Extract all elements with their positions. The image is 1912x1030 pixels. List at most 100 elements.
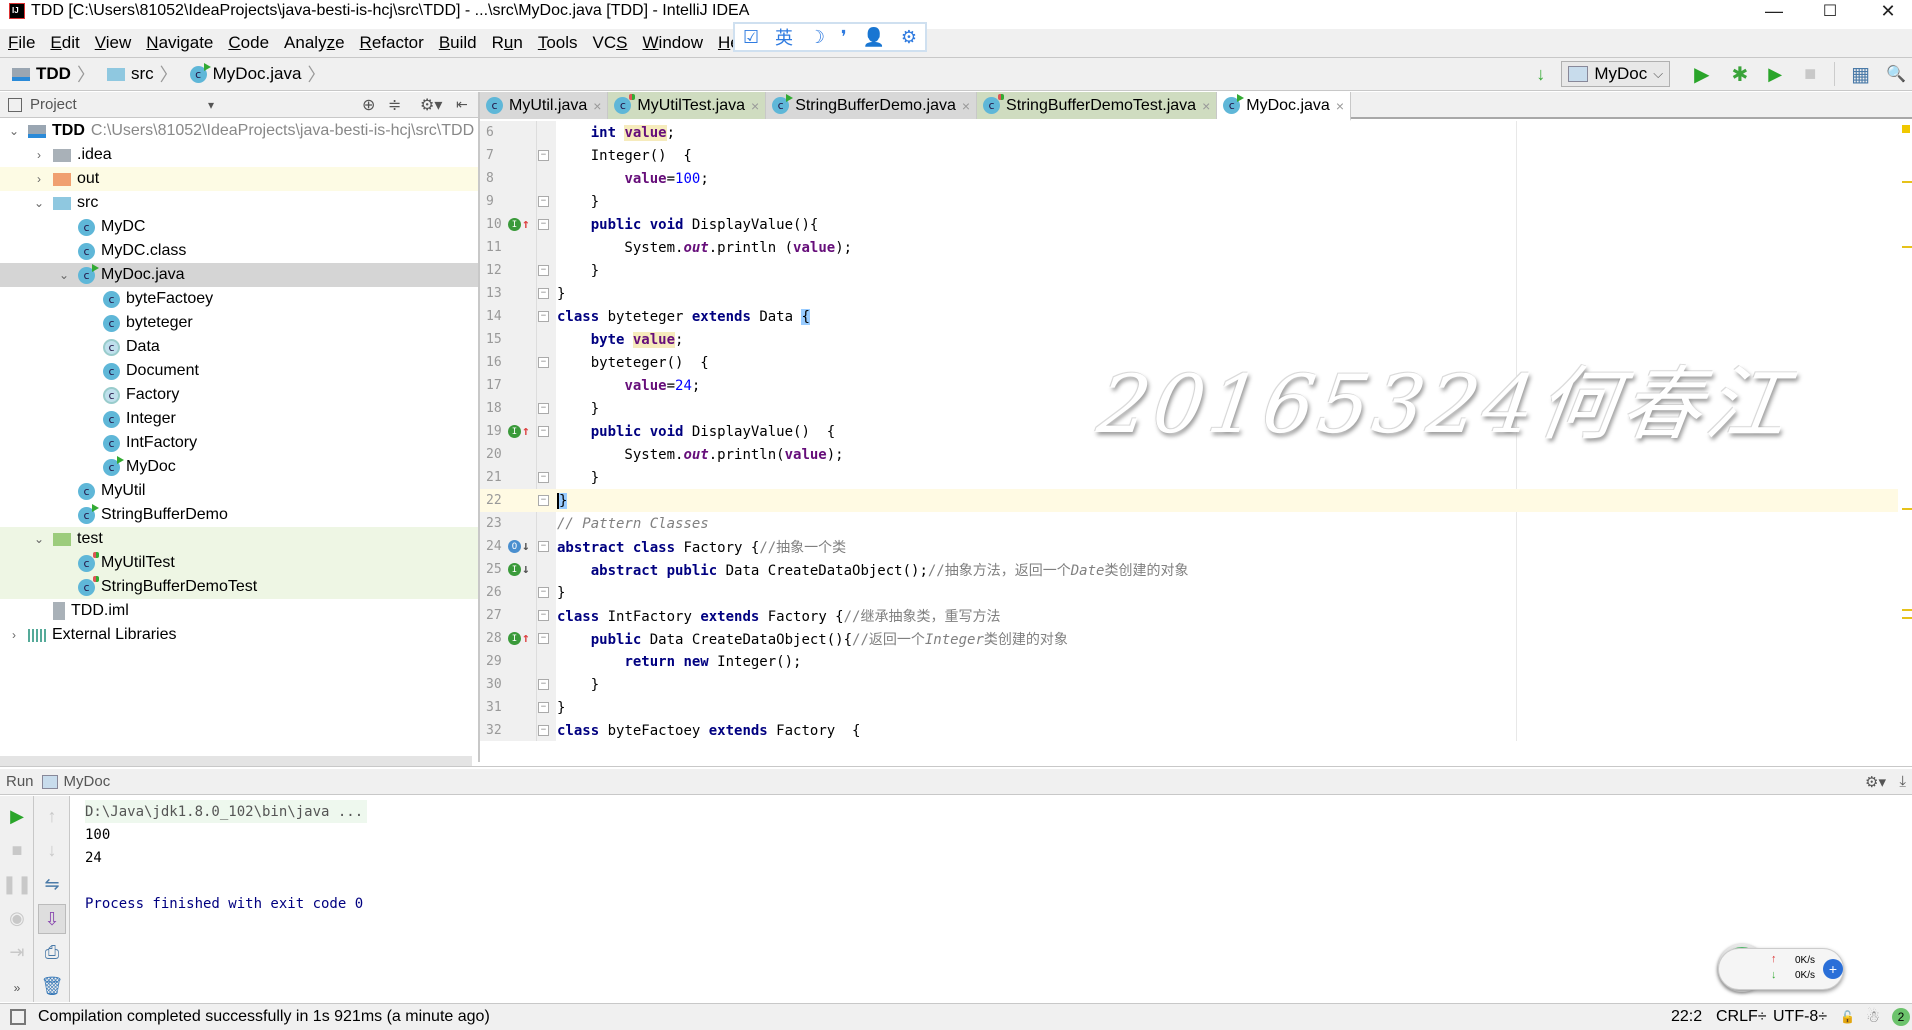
chevron-right-icon[interactable]: › [31, 148, 47, 162]
line-number[interactable]: 12 [486, 263, 520, 278]
close-tab-icon[interactable]: × [751, 98, 759, 114]
project-horizontal-scrollbar[interactable] [0, 756, 472, 766]
editor-tab[interactable]: c StringBufferDemo.java × [766, 92, 978, 119]
maximize-button[interactable]: ☐ [1800, 0, 1860, 22]
code-line[interactable]: 21 − } [480, 466, 1912, 489]
line-number[interactable]: 27 [486, 608, 520, 623]
code-line[interactable]: 7 − Integer() { [480, 144, 1912, 167]
line-number[interactable]: 29 [486, 654, 520, 669]
caret-position[interactable]: 22:2 [1671, 1008, 1702, 1026]
view-dropdown-icon[interactable]: ▾ [208, 98, 214, 112]
gear-icon[interactable]: ⚙▾ [420, 95, 442, 115]
fold-marker-icon[interactable]: − [538, 219, 549, 230]
down-arrow-icon[interactable]: ↓ [40, 838, 64, 862]
code-line[interactable]: 30 − } [480, 673, 1912, 696]
line-number[interactable]: 15 [486, 332, 520, 347]
menu-build[interactable]: Build [439, 33, 477, 53]
menu-window[interactable]: Window [643, 33, 703, 53]
close-tab-icon[interactable]: × [593, 98, 601, 114]
scroll-to-end-icon[interactable]: ⇩ [38, 904, 66, 934]
code-line[interactable]: 25 I ↓ abstract public Data CreateDataObje… [480, 558, 1912, 581]
dump-threads-icon[interactable]: ◉ [5, 906, 29, 930]
tree-item[interactable]: c Document [0, 359, 478, 383]
tree-item[interactable]: c StringBufferDemoTest [0, 575, 478, 599]
code-line[interactable]: 9 − } [480, 190, 1912, 213]
run-config-select[interactable]: MyDoc ⌵ [1561, 61, 1671, 87]
fold-marker-icon[interactable]: − [538, 633, 549, 644]
breadcrumb-src[interactable]: src 〉 [106, 61, 184, 87]
line-number[interactable]: 20 [486, 447, 520, 462]
collapse-all-icon[interactable]: ≑ [388, 95, 401, 115]
code-line[interactable]: 24 O ↓ − abstract class Factory {//抽象一个类 [480, 535, 1912, 558]
tree-item[interactable]: c MyDC [0, 215, 478, 239]
notifications-badge[interactable]: 2 [1892, 1008, 1910, 1026]
line-number[interactable]: 31 [486, 700, 520, 715]
ime-moon-icon[interactable]: ☽ [809, 27, 825, 48]
fold-marker-icon[interactable]: − [538, 403, 549, 414]
menu-refactor[interactable]: Refactor [360, 33, 424, 53]
line-number[interactable]: 17 [486, 378, 520, 393]
tree-item[interactable]: c MyDoc [0, 455, 478, 479]
breadcrumb-mydoc[interactable]: c MyDoc.java 〉 [189, 61, 332, 87]
more-actions-button[interactable]: » [5, 976, 29, 1000]
status-message[interactable]: Compilation completed successfully in 1s… [38, 1008, 490, 1026]
menu-code[interactable]: Code [228, 33, 269, 53]
menu-navigate[interactable]: Navigate [146, 33, 213, 53]
line-number[interactable]: 14 [486, 309, 520, 324]
code-line[interactable]: 8 value=100; [480, 167, 1912, 190]
fold-marker-icon[interactable]: − [538, 196, 549, 207]
code-line[interactable]: 31 −} [480, 696, 1912, 719]
line-number[interactable]: 6 [486, 125, 520, 140]
exit-icon[interactable]: ⇥ [5, 940, 29, 964]
stop-button[interactable]: ■ [5, 838, 29, 862]
code-line[interactable]: 10 I ↑ − public void DisplayValue(){ [480, 213, 1912, 236]
rerun-button[interactable]: ▶ [5, 804, 29, 828]
print-icon[interactable]: ⎙ [40, 940, 64, 964]
tree-item[interactable]: c Integer [0, 407, 478, 431]
stop-button[interactable]: ■ [1804, 63, 1816, 86]
tree-item[interactable]: c Data [0, 335, 478, 359]
line-number[interactable]: 9 [486, 194, 520, 209]
plus-icon[interactable]: + [1823, 959, 1843, 979]
tree-item[interactable]: c StringBufferDemo [0, 503, 478, 527]
pause-button[interactable]: ❚❚ [2, 872, 32, 896]
chevron-down-icon[interactable]: ⌄ [6, 124, 22, 138]
implements-icon[interactable]: I [508, 632, 521, 645]
fold-marker-icon[interactable]: − [538, 495, 549, 506]
tree-item[interactable]: c byteteger [0, 311, 478, 335]
up-arrow-icon[interactable]: ↑ [40, 804, 64, 828]
trash-icon[interactable]: 🗑 [40, 974, 64, 998]
encoding-select[interactable]: UTF-8÷ [1773, 1008, 1827, 1026]
chevron-right-icon[interactable]: › [31, 172, 47, 186]
line-number[interactable]: 30 [486, 677, 520, 692]
tree-item[interactable]: ⌄ src [0, 191, 478, 215]
tree-item[interactable]: c MyUtilTest [0, 551, 478, 575]
tree-item[interactable]: TDD.iml [0, 599, 478, 623]
code-line[interactable]: 23 // Pattern Classes [480, 512, 1912, 535]
menu-analyze[interactable]: Analyze [284, 33, 345, 53]
ime-punctuation-icon[interactable]: ❜ [841, 27, 847, 48]
menu-edit[interactable]: Edit [50, 33, 79, 53]
ime-language-icon[interactable]: 英 [775, 24, 793, 50]
chevron-down-icon[interactable]: ⌄ [31, 196, 47, 210]
tree-item[interactable]: › External Libraries [0, 623, 478, 647]
minimize-button[interactable]: — [1744, 0, 1804, 22]
line-number[interactable]: 21 [486, 470, 520, 485]
debug-button[interactable]: ✱ [1731, 62, 1748, 87]
fold-marker-icon[interactable]: − [538, 150, 549, 161]
editor-tab[interactable]: c MyUtil.java × [480, 92, 609, 119]
lock-icon[interactable]: 🔓 [1840, 1010, 1855, 1024]
tree-item[interactable]: ⌄ c MyDoc.java [0, 263, 478, 287]
implements-icon[interactable]: I [508, 563, 521, 576]
ime-settings-icon[interactable]: ⚙ [901, 27, 917, 48]
code-line[interactable]: 27 − class IntFactory extends Factory {//继… [480, 604, 1912, 627]
run-with-coverage-button[interactable]: ▶ [1768, 64, 1782, 85]
tree-item[interactable]: c MyDC.class [0, 239, 478, 263]
breadcrumb-tdd[interactable]: TDD 〉 [12, 61, 101, 87]
line-number[interactable]: 22 [486, 493, 520, 508]
ime-mode-icon[interactable]: ☑ [743, 27, 759, 48]
project-structure-button[interactable]: ▦ [1851, 62, 1870, 87]
tree-item[interactable]: › out [0, 167, 478, 191]
tree-item[interactable]: c Factory [0, 383, 478, 407]
fold-marker-icon[interactable]: − [538, 472, 549, 483]
